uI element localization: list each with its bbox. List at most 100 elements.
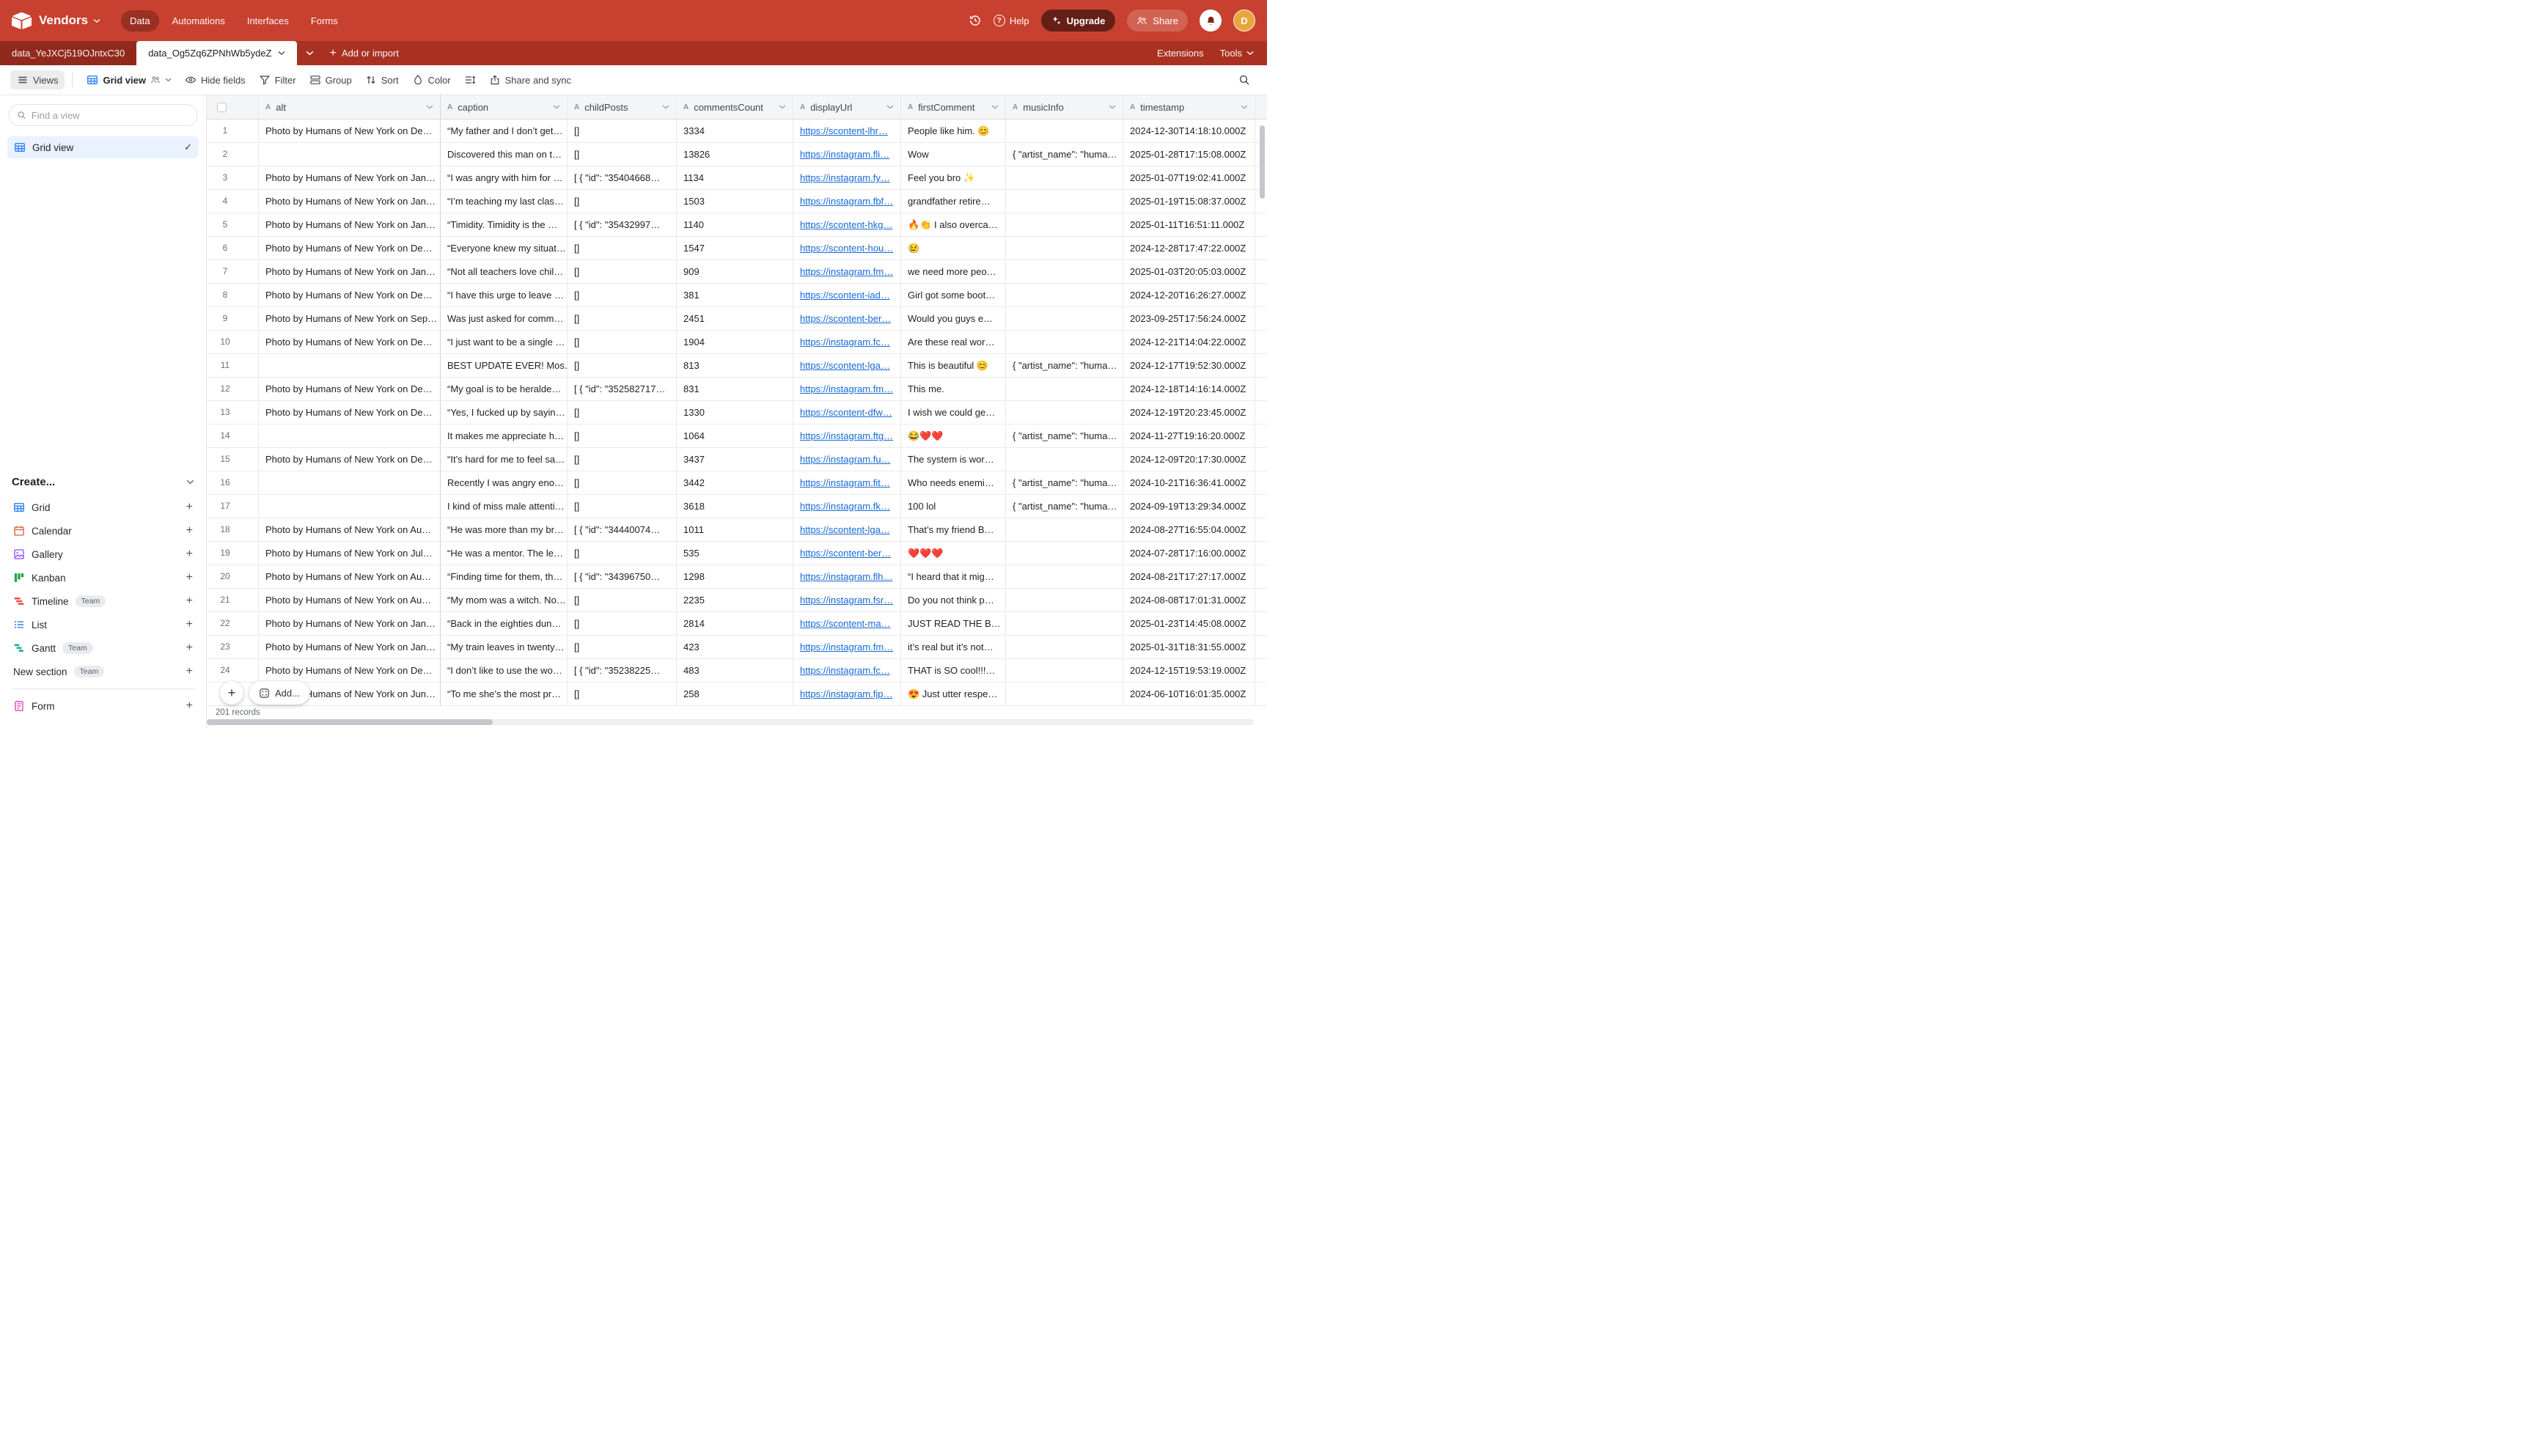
cell-displayUrl[interactable]: https://instagram.fc… [793,659,901,682]
cell-displayUrl[interactable]: https://instagram.fsr… [793,589,901,611]
airtable-logo-icon[interactable] [12,12,32,29]
cell-childPosts[interactable]: [ { "id": "352582717… [568,378,677,400]
cell-musicInfo[interactable] [1006,589,1123,611]
url-link[interactable]: https://instagram.flh… [800,571,892,582]
cell-timestamp[interactable]: 2024-12-18T14:16:14.000Z [1123,378,1255,400]
tools-button[interactable]: Tools [1220,48,1254,59]
cell-displayUrl[interactable]: https://scontent-ma… [793,612,901,635]
group-button[interactable]: Group [303,70,359,89]
add-view-plus-icon[interactable]: + [186,666,193,677]
upgrade-button[interactable]: Upgrade [1041,10,1116,32]
cell-firstComment[interactable]: Who needs enemi… [901,471,1006,494]
add-view-plus-icon[interactable]: + [186,501,193,513]
tab-interfaces[interactable]: Interfaces [238,10,298,32]
cell-musicInfo[interactable] [1006,378,1123,400]
url-link[interactable]: https://instagram.fjp… [800,688,892,699]
add-view-plus-icon[interactable]: + [186,642,193,654]
cell-commentsCount[interactable]: 3618 [677,495,793,518]
cell-caption[interactable]: “Timidity. Timidity is the … [441,213,568,236]
create-header[interactable]: Create... [9,473,197,496]
url-link[interactable]: https://scontent-ber… [800,548,891,559]
add-view-plus-icon[interactable]: + [186,548,193,560]
view-name-button[interactable]: Grid view [80,70,178,89]
cell-timestamp[interactable]: 2025-01-11T16:51:11.000Z [1123,213,1255,236]
url-link[interactable]: https://scontent-lhr… [800,125,888,136]
cell-musicInfo[interactable] [1006,401,1123,424]
cell-alt[interactable]: Photo by Humans of New York on De… [259,378,441,400]
cell-caption[interactable]: “I’m teaching my last clas… [441,190,568,213]
row-number-cell[interactable]: 8 [207,284,259,306]
cell-alt[interactable] [259,143,441,166]
cell-firstComment[interactable]: Girl got some boot… [901,284,1006,306]
column-header-musicInfo[interactable]: AmusicInfo [1006,95,1123,119]
cell-musicInfo[interactable] [1006,448,1123,471]
cell-musicInfo[interactable] [1006,565,1123,588]
cell-alt[interactable]: Photo by Humans of New York on Jan… [259,190,441,213]
cell-childPosts[interactable]: [] [568,237,677,260]
vertical-scrollbar[interactable] [1260,125,1265,199]
row-number-cell[interactable]: 18 [207,518,259,541]
cell-alt[interactable]: Photo by Humans of New York on Sep… [259,307,441,330]
cell-commentsCount[interactable]: 3442 [677,471,793,494]
cell-firstComment[interactable]: 😂❤️❤️ [901,424,1006,447]
create-view-item[interactable]: List + [9,613,197,636]
cell-musicInfo[interactable]: { "artist_name": "huma… [1006,424,1123,447]
cell-caption[interactable]: “My father and I don’t get… [441,120,568,142]
url-link[interactable]: https://instagram.fbf… [800,196,893,207]
find-view-search[interactable] [9,104,197,126]
cell-alt[interactable] [259,424,441,447]
cell-timestamp[interactable]: 2025-01-03T20:05:03.000Z [1123,260,1255,283]
cell-caption[interactable]: “Everyone knew my situat… [441,237,568,260]
cell-alt[interactable]: Photo by Humans of New York on Jan… [259,636,441,658]
cell-musicInfo[interactable] [1006,307,1123,330]
cell-firstComment[interactable]: 😢 [901,237,1006,260]
url-link[interactable]: https://instagram.fli… [800,149,889,160]
cell-caption[interactable]: “It’s hard for me to feel sa… [441,448,568,471]
cell-musicInfo[interactable] [1006,166,1123,189]
create-view-item[interactable]: Form + [9,694,197,718]
cell-musicInfo[interactable] [1006,331,1123,353]
cell-displayUrl[interactable]: https://scontent-hou… [793,237,901,260]
cell-commentsCount[interactable]: 1064 [677,424,793,447]
cell-musicInfo[interactable] [1006,612,1123,635]
cell-alt[interactable]: Photo by Humans of New York on Jan… [259,213,441,236]
create-view-item[interactable]: Calendar + [9,519,197,543]
cell-commentsCount[interactable]: 3437 [677,448,793,471]
cell-firstComment[interactable]: 🔥👏 I also overca… [901,213,1006,236]
cell-musicInfo[interactable] [1006,237,1123,260]
url-link[interactable]: https://scontent-lga… [800,524,890,535]
url-link[interactable]: https://instagram.fsr… [800,595,893,606]
filter-button[interactable]: Filter [252,70,303,89]
cell-childPosts[interactable]: [] [568,331,677,353]
cell-alt[interactable] [259,354,441,377]
cell-childPosts[interactable]: [] [568,495,677,518]
cell-timestamp[interactable]: 2024-11-27T19:16:20.000Z [1123,424,1255,447]
cell-firstComment[interactable]: THAT is SO cool!!!… [901,659,1006,682]
cell-caption[interactable]: “To me she’s the most pr… [441,683,568,705]
add-view-plus-icon[interactable]: + [186,619,193,630]
cell-displayUrl[interactable]: https://instagram.fy… [793,166,901,189]
url-link[interactable]: https://scontent-ma… [800,618,891,629]
cell-musicInfo[interactable] [1006,213,1123,236]
scrollbar-thumb[interactable] [207,719,493,725]
row-number-cell[interactable]: 21 [207,589,259,611]
cell-childPosts[interactable]: [] [568,683,677,705]
cell-displayUrl[interactable]: https://instagram.fu… [793,448,901,471]
cell-childPosts[interactable]: [] [568,401,677,424]
row-number-cell[interactable]: 3 [207,166,259,189]
url-link[interactable]: https://instagram.fc… [800,665,890,676]
cell-childPosts[interactable]: [] [568,143,677,166]
cell-displayUrl[interactable]: https://scontent-lhr… [793,120,901,142]
url-link[interactable]: https://instagram.fk… [800,501,890,512]
cell-caption[interactable]: “My train leaves in twenty… [441,636,568,658]
cell-firstComment[interactable]: The system is wor… [901,448,1006,471]
cell-commentsCount[interactable]: 258 [677,683,793,705]
url-link[interactable]: https://scontent-hkg… [800,219,892,230]
cell-firstComment[interactable]: People like him. 😊 [901,120,1006,142]
cell-commentsCount[interactable]: 1503 [677,190,793,213]
cell-displayUrl[interactable]: https://scontent-lga… [793,354,901,377]
cell-timestamp[interactable]: 2024-06-10T16:01:35.000Z [1123,683,1255,705]
cell-alt[interactable]: Photo by Humans of New York on De… [259,120,441,142]
share-and-sync-button[interactable]: Share and sync [482,70,578,89]
cell-commentsCount[interactable]: 1904 [677,331,793,353]
